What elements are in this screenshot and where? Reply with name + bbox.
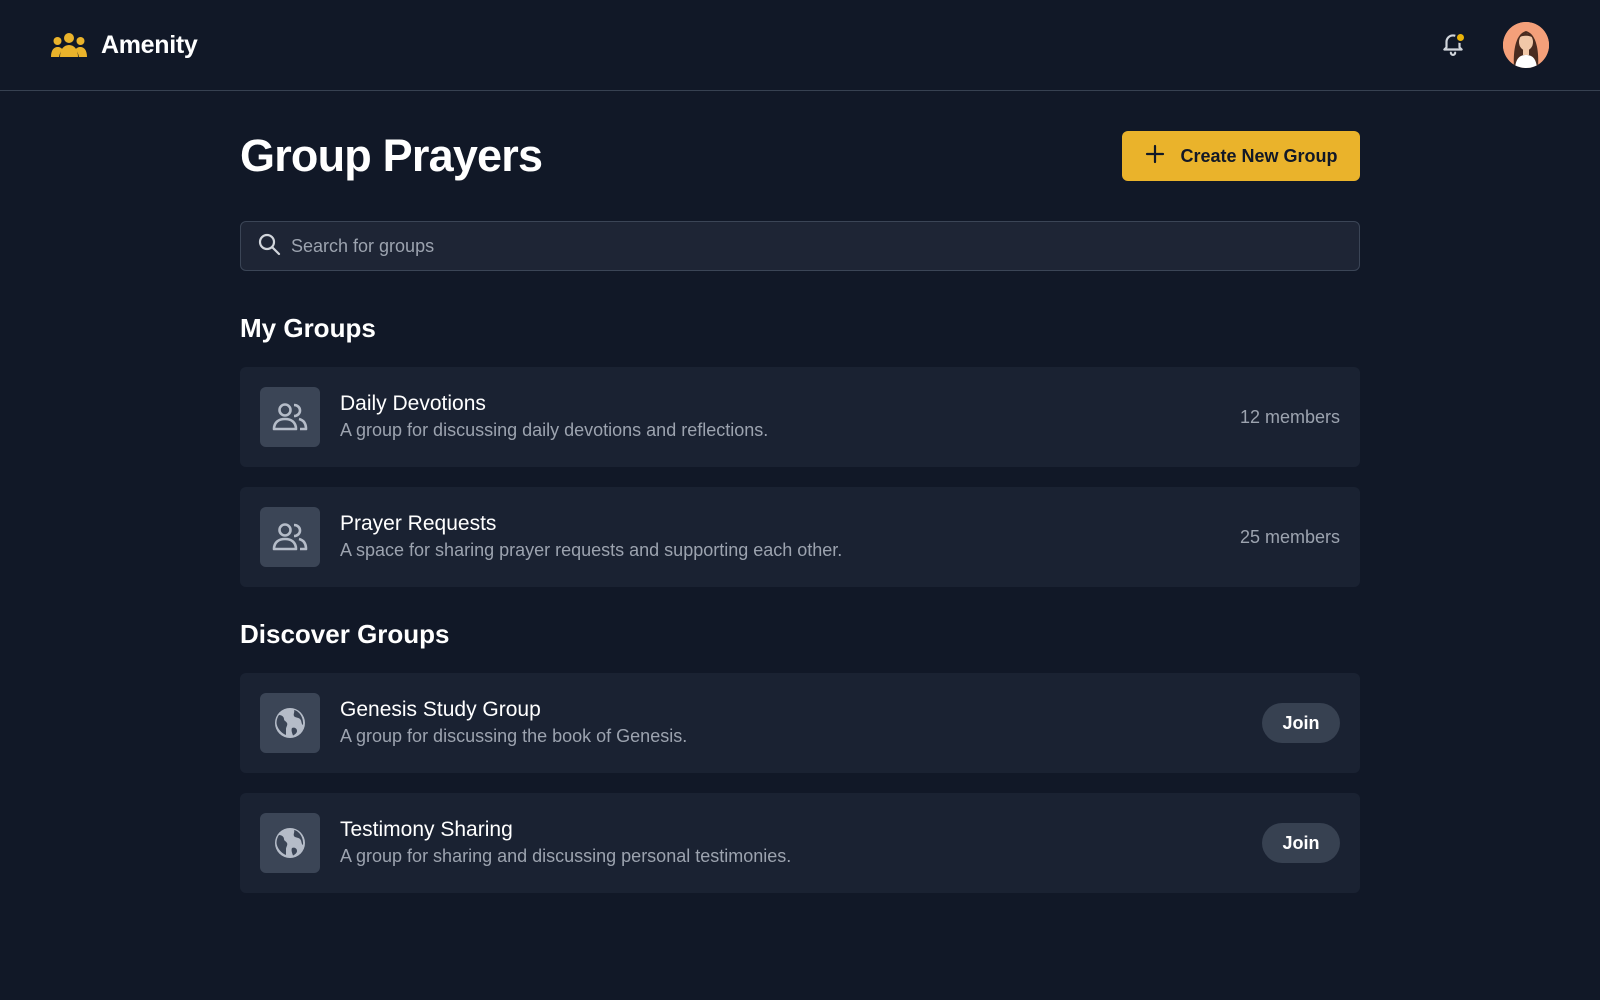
app-name: Amenity	[101, 30, 198, 59]
globe-icon	[260, 693, 320, 753]
user-avatar[interactable]	[1503, 22, 1549, 68]
page-header: Group Prayers Create New Group	[240, 130, 1360, 181]
search-icon	[257, 232, 281, 261]
create-new-group-button[interactable]: Create New Group	[1122, 131, 1360, 181]
card-text: Prayer Requests A space for sharing pray…	[340, 511, 1240, 563]
people-icon	[260, 387, 320, 447]
group-card-prayer-requests[interactable]: Prayer Requests A space for sharing pray…	[240, 487, 1360, 587]
group-card-daily-devotions[interactable]: Daily Devotions A group for discussing d…	[240, 367, 1360, 467]
group-description: A group for discussing the book of Genes…	[340, 726, 688, 746]
member-count: 12 members	[1239, 406, 1340, 427]
group-card-testimony-sharing[interactable]: Testimony Sharing A group for sharing an…	[240, 793, 1360, 893]
discover-groups-heading: Discover Groups	[240, 619, 450, 649]
group-description: A group for discussing daily devotions a…	[340, 420, 769, 440]
discover-groups-list: Genesis Study Group A group for discussi…	[240, 673, 1360, 893]
join-button[interactable]: Join	[1262, 703, 1340, 743]
top-navigation-bar: Amenity	[0, 0, 1600, 91]
people-group-icon	[51, 31, 87, 59]
globe-icon	[260, 813, 320, 873]
notifications-button[interactable]	[1439, 31, 1467, 59]
create-new-group-label: Create New Group	[1180, 145, 1338, 166]
notification-badge	[1455, 32, 1466, 43]
my-groups-heading: My Groups	[240, 313, 376, 343]
group-description: A space for sharing prayer requests and …	[340, 540, 843, 560]
my-groups-list: Daily Devotions A group for discussing d…	[240, 367, 1360, 587]
search-input[interactable]	[291, 235, 1343, 257]
people-icon	[260, 507, 320, 567]
plus-icon	[1144, 143, 1166, 170]
group-name: Testimony Sharing	[340, 818, 513, 841]
main-content: Group Prayers Create New Group My Groups	[240, 91, 1360, 893]
card-text: Daily Devotions A group for discussing d…	[340, 391, 1240, 443]
card-text: Testimony Sharing A group for sharing an…	[340, 817, 1262, 869]
search-bar[interactable]	[240, 221, 1360, 271]
join-button[interactable]: Join	[1262, 823, 1340, 863]
group-name: Genesis Study Group	[340, 698, 541, 721]
card-text: Genesis Study Group A group for discussi…	[340, 697, 1262, 749]
page-title: Group Prayers	[240, 130, 543, 181]
group-name: Daily Devotions	[340, 392, 486, 415]
member-count: 25 members	[1239, 526, 1340, 547]
group-card-genesis-study-group[interactable]: Genesis Study Group A group for discussi…	[240, 673, 1360, 773]
brand[interactable]: Amenity	[51, 31, 198, 60]
group-description: A group for sharing and discussing perso…	[340, 846, 792, 866]
group-name: Prayer Requests	[340, 512, 497, 535]
header-actions	[1439, 22, 1549, 68]
